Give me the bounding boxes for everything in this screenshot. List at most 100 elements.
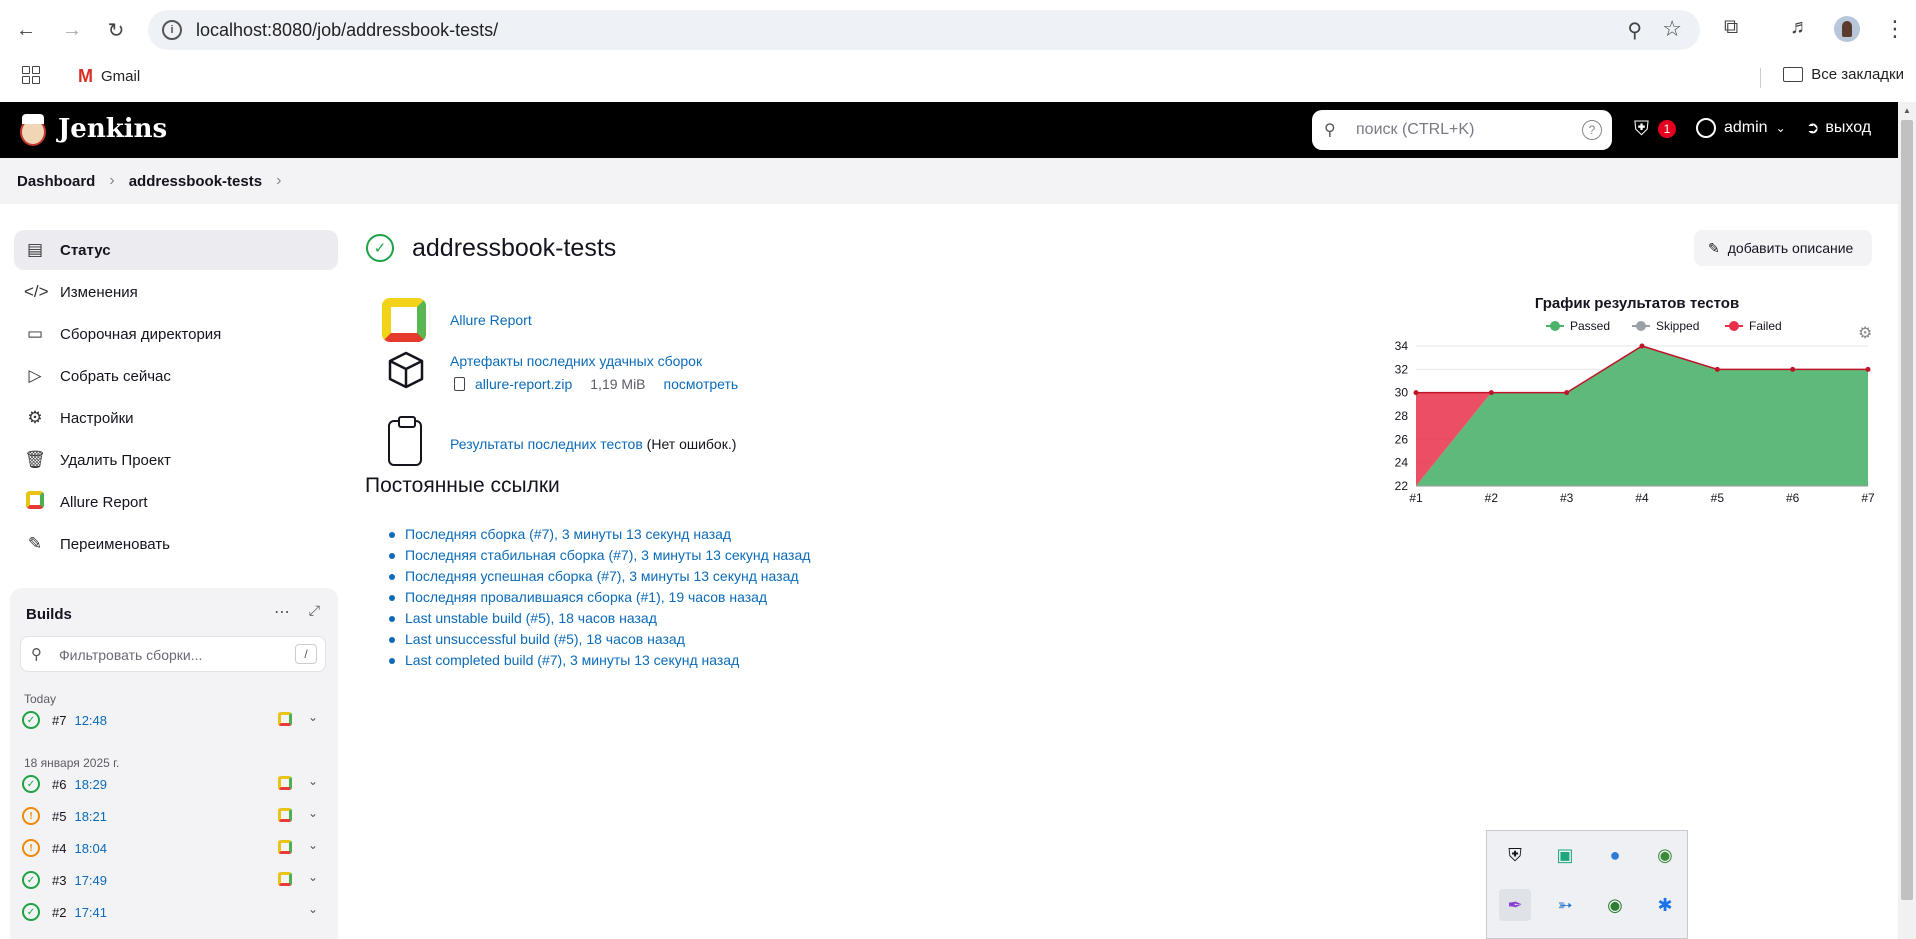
apps-grid-icon[interactable]: [22, 66, 40, 84]
chevron-down-icon[interactable]: ⌄: [308, 838, 318, 852]
build-row[interactable]: ✓ #2 17:41 ⌄: [22, 898, 326, 926]
breadcrumb-dashboard[interactable]: Dashboard: [17, 173, 95, 190]
app-name[interactable]: Jenkins: [58, 114, 167, 144]
reload-icon[interactable]: ↻: [100, 14, 132, 46]
sidebar-item-label: Удалить Проект: [60, 451, 171, 469]
bookmark-gmail[interactable]: M Gmail: [78, 66, 140, 87]
permalink[interactable]: Last completed build (#7), 3 минуты 13 с…: [405, 652, 739, 668]
artifact-view-link[interactable]: посмотреть: [664, 376, 739, 392]
all-bookmarks[interactable]: Все закладки: [1783, 66, 1904, 83]
allure-logo-icon: [382, 298, 426, 342]
allure-icon[interactable]: [278, 808, 292, 822]
site-info-icon[interactable]: i: [162, 20, 182, 40]
sidebar-item-delete[interactable]: 🗑 Удалить Проект: [14, 440, 338, 480]
build-number[interactable]: #7: [52, 713, 66, 728]
forward-icon[interactable]: →: [56, 14, 88, 46]
allure-icon[interactable]: [278, 840, 292, 854]
scroll-up-icon[interactable]: ▲: [1903, 106, 1911, 115]
user-menu[interactable]: admin ⌄: [1696, 118, 1786, 138]
build-time[interactable]: 18:04: [74, 841, 107, 856]
wallet-icon[interactable]: ▣: [1549, 839, 1581, 871]
shortcut-key: /: [295, 644, 317, 664]
allure-icon[interactable]: [278, 872, 292, 886]
more-options-icon[interactable]: ⋯: [274, 602, 290, 622]
help-icon[interactable]: ?: [1582, 120, 1602, 140]
build-row[interactable]: ✓ #3 17:49 ⌄: [22, 866, 326, 894]
build-row[interactable]: ! #5 18:21 ⌄: [22, 802, 326, 830]
build-row[interactable]: ✓ #7 12:48 ⌄: [22, 706, 326, 734]
zoom-icon[interactable]: ⚲: [1627, 18, 1642, 43]
page-scrollbar[interactable]: ▲: [1898, 102, 1916, 939]
build-time[interactable]: 18:21: [74, 809, 107, 824]
sidebar-item-build-now[interactable]: ▷ Собрать сейчас: [14, 356, 338, 396]
chevron-right-icon[interactable]: ›: [276, 172, 281, 190]
build-row[interactable]: ! #4 18:04 ⌄: [22, 834, 326, 862]
test-results-link[interactable]: Результаты последних тестов: [450, 436, 643, 452]
allure-icon[interactable]: [278, 776, 292, 790]
scroll-thumb[interactable]: [1901, 120, 1913, 900]
sidebar-item-workspace[interactable]: ▭ Сборочная директория: [14, 314, 338, 354]
build-number[interactable]: #2: [52, 905, 66, 920]
security-shield-icon[interactable]: ⛨: [1634, 118, 1649, 141]
build-time[interactable]: 18:29: [74, 777, 107, 792]
globe-icon[interactable]: ◉: [1649, 839, 1681, 871]
build-number[interactable]: #5: [52, 809, 66, 824]
security-shield-icon[interactable]: ⛨: [1499, 839, 1531, 871]
spiral-icon[interactable]: ➳: [1549, 889, 1581, 921]
build-time[interactable]: 17:41: [74, 905, 107, 920]
artifact-file-link[interactable]: allure-report.zip: [475, 376, 572, 392]
failed-point: [1865, 366, 1871, 372]
chevron-down-icon[interactable]: ⌄: [308, 774, 318, 788]
back-icon[interactable]: ←: [10, 14, 42, 46]
antivirus-icon[interactable]: ◉: [1599, 889, 1631, 921]
sidebar-item-label: Статус: [60, 241, 111, 259]
build-number[interactable]: #6: [52, 777, 66, 792]
build-time[interactable]: 17:49: [74, 873, 107, 888]
sidebar-item-changes[interactable]: </> Изменения: [14, 272, 338, 312]
permalink[interactable]: Последняя провалившаяся сборка (#1), 19 …: [405, 589, 767, 605]
address-bar[interactable]: i localhost:8080/job/addressbook-tests/ …: [148, 10, 1700, 50]
chevron-down-icon[interactable]: ⌄: [308, 806, 318, 820]
jenkins-logo-icon[interactable]: [16, 112, 50, 150]
build-time[interactable]: 12:48: [74, 713, 107, 728]
add-description-button[interactable]: ✎ добавить описание: [1694, 230, 1872, 266]
bluetooth-icon[interactable]: ✱: [1649, 889, 1681, 921]
security-badge[interactable]: 1: [1658, 120, 1676, 138]
extensions-icon[interactable]: ⧉: [1724, 16, 1738, 39]
sidebar-item-allure[interactable]: Allure Report: [14, 482, 338, 522]
permalink[interactable]: Последняя успешная сборка (#7), 3 минуты…: [405, 568, 799, 584]
builds-filter-input[interactable]: ⚲ Фильтровать сборки... /: [20, 636, 326, 672]
sidebar-item-label: Собрать сейчас: [60, 367, 171, 385]
search-input[interactable]: ⚲ поиск (CTRL+K) ?: [1312, 110, 1612, 150]
legend-marker: [1729, 321, 1739, 331]
profile-avatar[interactable]: [1834, 16, 1860, 42]
permalink[interactable]: Последняя сборка (#7), 3 минуты 13 секун…: [405, 526, 731, 542]
logout-button[interactable]: ➲ выход: [1806, 118, 1871, 138]
build-number[interactable]: #3: [52, 873, 66, 888]
permalink[interactable]: Last unstable build (#5), 18 часов назад: [405, 610, 657, 626]
list-item: Last unstable build (#5), 18 часов назад: [388, 610, 810, 631]
chevron-down-icon[interactable]: ⌄: [308, 870, 318, 884]
artifacts-link[interactable]: Артефакты последних удачных сборок: [450, 353, 702, 369]
breadcrumb-job[interactable]: addressbook-tests: [129, 173, 262, 190]
sidebar-item-rename[interactable]: ✎ Переименовать: [14, 524, 338, 564]
build-row[interactable]: ✓ #6 18:29 ⌄: [22, 770, 326, 798]
sidebar-item-settings[interactable]: ⚙ Настройки: [14, 398, 338, 438]
list-item: Последняя стабильная сборка (#7), 3 мину…: [388, 547, 810, 568]
menu-kebab-icon[interactable]: ⋮: [1884, 16, 1906, 42]
feather-icon[interactable]: ✒: [1499, 889, 1531, 921]
sidebar-item-status[interactable]: ▤ Статус: [14, 230, 338, 270]
allure-report-link[interactable]: Allure Report: [450, 312, 532, 328]
sidebar-item-label: Изменения: [60, 283, 138, 301]
media-icon[interactable]: ♬: [1790, 16, 1810, 39]
expand-icon[interactable]: ⤢: [309, 602, 320, 619]
network-globe-icon[interactable]: ●: [1599, 839, 1631, 871]
allure-icon[interactable]: [278, 712, 292, 726]
chevron-down-icon[interactable]: ⌄: [308, 710, 318, 724]
bookmark-star-icon[interactable]: ☆: [1662, 16, 1682, 42]
document-icon: ▤: [26, 240, 44, 259]
chevron-down-icon[interactable]: ⌄: [308, 902, 318, 916]
permalink[interactable]: Last unsuccessful build (#5), 18 часов н…: [405, 631, 685, 647]
build-number[interactable]: #4: [52, 841, 66, 856]
permalink[interactable]: Последняя стабильная сборка (#7), 3 мину…: [405, 547, 810, 563]
